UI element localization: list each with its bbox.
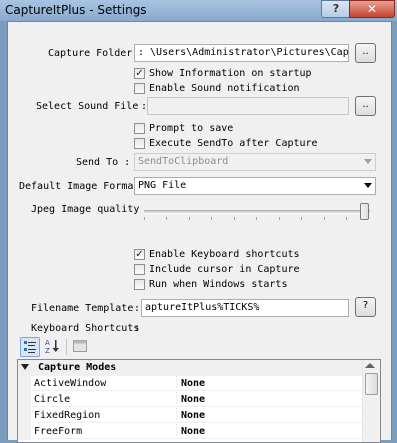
jpeg-quality-slider[interactable] — [144, 203, 370, 223]
keyboard-shortcuts-section-label: Keyboard Shortcuts — [31, 323, 140, 334]
send-to-select[interactable]: SendToClipboard — [134, 153, 376, 171]
keyboard-shortcuts-checkbox[interactable]: ✓ Enable Keyboard shortcuts — [134, 249, 300, 262]
slider-tick — [234, 217, 235, 220]
grid-row[interactable]: ActiveWindow None — [18, 376, 362, 392]
show-info-checkbox[interactable]: ✓ Show Information on startup — [134, 68, 312, 81]
slider-tick — [189, 217, 190, 220]
grid-row[interactable]: Circle None — [18, 392, 362, 408]
capture-folder-label: Capture Folder — [48, 48, 133, 59]
categorized-icon[interactable] — [20, 337, 40, 357]
image-format-value: PNG File — [138, 180, 187, 191]
row-margin — [18, 376, 31, 392]
sound-file-label: Select Sound File — [36, 101, 139, 112]
slider-tick — [166, 217, 167, 220]
slider-tick — [144, 217, 145, 220]
slider-thumb[interactable] — [360, 203, 369, 220]
send-to-value: SendToClipboard — [138, 156, 229, 167]
collapse-icon[interactable] — [21, 364, 29, 370]
grid-scrollbar[interactable] — [362, 360, 380, 442]
execute-sendto-label: Execute SendTo after Capture — [149, 138, 318, 149]
sound-file-input[interactable] — [147, 97, 349, 115]
property-pages-icon[interactable] — [70, 337, 90, 357]
capture-folder-input[interactable]: : \Users\Administrator\Pictures\Captu — [134, 44, 349, 62]
settings-dialog: Capture Folder : \Users\Administrator\Pi… — [7, 21, 392, 443]
window-title: CaptureItPlus - Settings — [5, 3, 147, 17]
scroll-thumb[interactable] — [365, 373, 378, 395]
svg-text:Z: Z — [45, 347, 50, 354]
toolbar-separator — [66, 339, 67, 355]
image-format-label: Default Image Format — [19, 181, 140, 192]
capture-folder-browse-button[interactable]: .. — [355, 43, 376, 63]
slider-tick — [256, 217, 257, 220]
send-to-label: Send To : — [76, 157, 131, 168]
filename-template-help-button[interactable]: ? — [355, 297, 376, 317]
filename-template-input[interactable]: aptureItPlus%TICKS% — [141, 299, 349, 317]
grid-row[interactable]: FreeForm None — [18, 424, 362, 440]
include-cursor-checkbox[interactable]: Include cursor in Capture — [134, 264, 300, 277]
row-value[interactable]: None — [177, 392, 362, 407]
row-margin — [18, 392, 31, 408]
jpeg-quality-label: Jpeg Image quality — [31, 204, 140, 215]
show-info-label: Show Information on startup — [149, 68, 312, 79]
keyboard-shortcuts-grid[interactable]: Capture Modes ActiveWindow None Circle N… — [17, 359, 381, 443]
filename-template-colon: : — [134, 303, 141, 314]
category-capture-modes[interactable]: Capture Modes — [18, 360, 362, 376]
row-value[interactable]: None — [177, 408, 362, 423]
run-windows-label: Run when Windows starts — [149, 279, 288, 290]
prompt-save-check-icon — [134, 123, 145, 134]
category-label: Capture Modes — [38, 362, 117, 373]
sound-notification-checkbox[interactable]: Enable Sound notification — [134, 83, 300, 96]
slider-tick — [211, 217, 212, 220]
keyboard-shortcuts-label: Enable Keyboard shortcuts — [149, 249, 300, 260]
run-windows-checkbox[interactable]: Run when Windows starts — [134, 279, 287, 292]
slider-tick — [301, 217, 302, 220]
row-margin — [18, 424, 31, 440]
run-windows-check-icon — [134, 279, 145, 290]
row-margin — [18, 408, 31, 424]
show-info-check-icon: ✓ — [134, 68, 145, 79]
slider-tick — [346, 217, 347, 220]
row-name: FixedRegion — [31, 408, 177, 423]
chevron-down-icon — [364, 183, 372, 188]
keyboard-shortcuts-section-colon: : — [134, 323, 141, 334]
keyboard-shortcuts-check-icon: ✓ — [134, 249, 145, 260]
image-format-select[interactable]: PNG File — [134, 177, 376, 195]
prompt-save-label: Prompt to save — [149, 123, 234, 134]
filename-template-label: Filename Template — [31, 303, 134, 314]
execute-sendto-checkbox[interactable]: Execute SendTo after Capture — [134, 138, 318, 151]
grid-row[interactable]: FixedRegion None — [18, 408, 362, 424]
slider-tick — [279, 217, 280, 220]
row-name: ActiveWindow — [31, 376, 177, 391]
include-cursor-check-icon — [134, 264, 145, 275]
sound-notification-label: Enable Sound notification — [149, 83, 300, 94]
chevron-down-icon — [364, 159, 372, 164]
row-value[interactable]: None — [177, 424, 362, 439]
property-grid-toolbar: A Z — [20, 337, 100, 357]
sound-notification-check-icon — [134, 83, 145, 94]
prompt-save-checkbox[interactable]: Prompt to save — [134, 123, 233, 136]
sound-file-browse-button[interactable]: .. — [355, 96, 376, 116]
execute-sendto-check-icon — [134, 138, 145, 149]
title-bar: CaptureItPlus - Settings ? ✕ — [0, 0, 397, 21]
svg-text:A: A — [45, 339, 50, 347]
close-button[interactable]: ✕ — [349, 0, 395, 18]
include-cursor-label: Include cursor in Capture — [149, 264, 300, 275]
help-title-button[interactable]: ? — [321, 0, 351, 18]
row-name: Circle — [31, 392, 177, 407]
slider-tick — [324, 217, 325, 220]
sort-alphabetical-icon[interactable]: A Z — [42, 337, 62, 357]
row-value[interactable]: None — [177, 376, 362, 391]
slider-track — [144, 210, 370, 214]
scroll-up-icon[interactable] — [365, 363, 375, 368]
row-name: FreeForm — [31, 424, 177, 439]
